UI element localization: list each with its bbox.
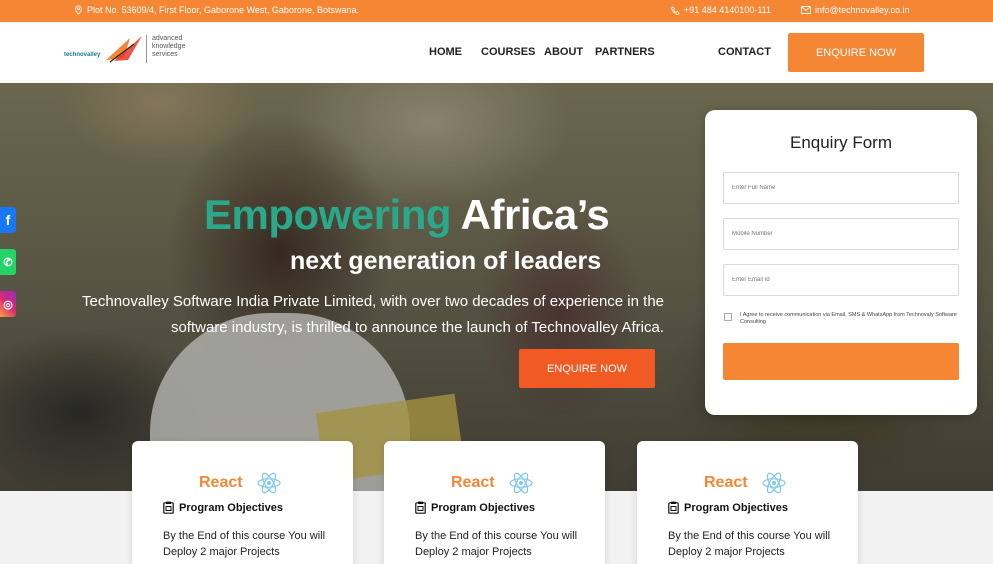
course-description: By the End of this course You will Deplo… (163, 530, 326, 558)
whatsapp-icon[interactable]: ✆ (0, 249, 16, 275)
email-text[interactable]: info@technovalley.co.in (815, 5, 910, 15)
nav-partners[interactable]: PARTNERS (595, 46, 655, 58)
clipboard-icon (163, 501, 174, 514)
program-objectives-heading: Program Objectives (415, 501, 535, 514)
address-info: Plot No. 53609/4, First Floor, Gaborone … (74, 5, 359, 15)
course-card[interactable]: React Program Objectives By the End of t… (637, 441, 858, 564)
nav-courses[interactable]: COURSES (481, 46, 535, 58)
phone-text[interactable]: +91 484 4140100-111 (684, 5, 771, 15)
program-objectives-label: Program Objectives (179, 501, 283, 514)
technovalley-logo[interactable]: technovalley advanced knowledge services (64, 32, 204, 72)
program-objectives-heading: Program Objectives (668, 501, 788, 514)
header-enquire-button[interactable]: ENQUIRE NOW (788, 33, 924, 72)
mobile-number-field[interactable] (723, 218, 959, 250)
hero-description: Technovalley Software India Private Limi… (82, 293, 664, 336)
full-name-field[interactable] (723, 172, 959, 204)
submit-button[interactable] (723, 343, 959, 380)
course-card[interactable]: React Program Objectives By the End of t… (132, 441, 353, 564)
clipboard-icon (668, 501, 679, 514)
site-header: technovalley advanced knowledge services… (0, 22, 993, 83)
hero-subtitle: next generation of leaders (290, 247, 602, 275)
location-pin-icon (75, 5, 82, 15)
hero-title-highlight: Empowering (204, 191, 452, 238)
hero-enquire-button[interactable]: ENQUIRE NOW (519, 349, 655, 388)
hero-title: Empowering Africa’s (204, 191, 610, 239)
mail-icon (801, 6, 811, 14)
course-title: React (199, 474, 243, 491)
course-title: React (704, 474, 748, 491)
nav-home[interactable]: HOME (429, 46, 462, 58)
phone-info[interactable]: +91 484 4140100-111 (671, 5, 771, 15)
react-icon (509, 472, 533, 494)
email-info[interactable]: info@technovalley.co.in (801, 5, 910, 15)
program-objectives-label: Program Objectives (684, 501, 788, 514)
course-description: By the End of this course You will Deplo… (415, 530, 578, 558)
consent-text: I Agree to receive communication via Ema… (740, 312, 957, 325)
react-icon (762, 472, 786, 494)
form-title: Enquiry Form (789, 133, 893, 152)
phone-icon (671, 5, 680, 15)
logo-tagline: advanced knowledge services (152, 35, 186, 58)
consent-checkbox[interactable] (724, 313, 732, 321)
program-objectives-label: Program Objectives (431, 501, 535, 514)
logo-divider (146, 35, 147, 63)
react-icon (257, 472, 281, 494)
nav-contact[interactable]: CONTACT (718, 46, 771, 58)
logo-mark-icon (106, 36, 142, 63)
clipboard-icon (415, 501, 426, 514)
course-title: React (451, 474, 495, 491)
facebook-icon[interactable]: f (0, 207, 16, 233)
enquiry-form: Enquiry Form I Agree to receive communic… (705, 110, 977, 415)
hero-title-rest: Africa’s (460, 191, 610, 238)
consent-row: I Agree to receive communication via Ema… (724, 312, 960, 326)
address-text: Plot No. 53609/4, First Floor, Gaborone … (87, 5, 359, 15)
course-description: By the End of this course You will Deplo… (668, 530, 831, 558)
top-contact-bar: Plot No. 53609/4, First Floor, Gaborone … (0, 0, 993, 22)
course-card[interactable]: React Program Objectives By the End of t… (384, 441, 605, 564)
program-objectives-heading: Program Objectives (163, 501, 283, 514)
email-field[interactable] (723, 264, 959, 296)
logo-brand: technovalley (64, 52, 101, 58)
instagram-icon[interactable]: ◎ (0, 291, 16, 317)
nav-about[interactable]: ABOUT (544, 46, 583, 58)
